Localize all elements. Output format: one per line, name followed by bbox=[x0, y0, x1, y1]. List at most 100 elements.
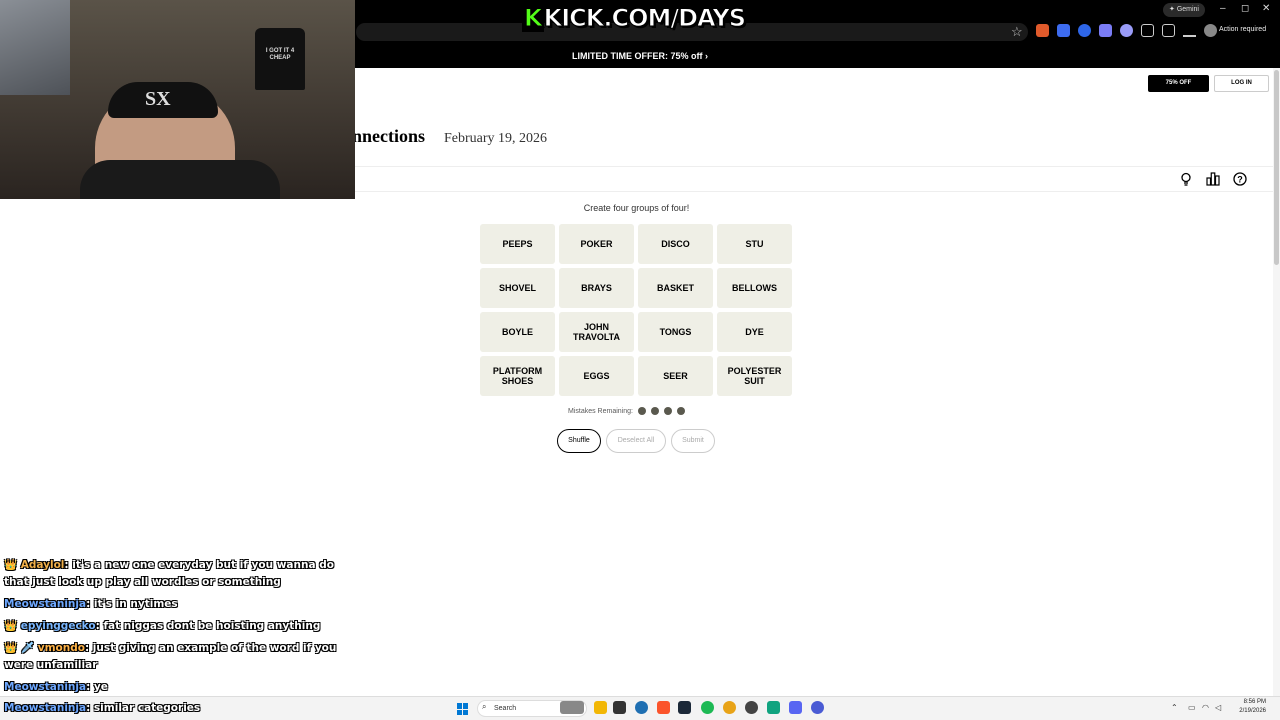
chevron-right-icon: › bbox=[705, 51, 708, 61]
hint-lightbulb-icon[interactable] bbox=[1179, 172, 1193, 186]
file-explorer-icon[interactable] bbox=[594, 701, 607, 714]
gemini-button[interactable]: ✦ Gemini bbox=[1163, 3, 1205, 17]
maximize-button[interactable]: ◻ bbox=[1241, 3, 1249, 14]
chat-username: Adaylol bbox=[20, 559, 65, 571]
chat-username: Meowstaninja bbox=[4, 702, 87, 714]
word-tile[interactable]: BASKET bbox=[638, 268, 713, 308]
word-tile[interactable]: JOHN TRAVOLTA bbox=[559, 312, 634, 352]
extension-icon[interactable] bbox=[1078, 24, 1091, 37]
extension-icon[interactable] bbox=[1099, 24, 1112, 37]
word-tile[interactable]: PEEPS bbox=[480, 224, 555, 264]
chat-username: epyinggecko bbox=[20, 620, 96, 632]
steam-icon[interactable] bbox=[678, 701, 691, 714]
gemini-label: Gemini bbox=[1176, 6, 1199, 13]
chat-text: : ye bbox=[86, 681, 108, 693]
sidebar-icon[interactable] bbox=[1162, 24, 1175, 37]
spotify-icon[interactable] bbox=[701, 701, 714, 714]
svg-text:?: ? bbox=[1237, 174, 1243, 184]
login-button[interactable]: LOG IN bbox=[1214, 75, 1269, 92]
tray-chevron-up-icon[interactable]: ⌃ bbox=[1171, 703, 1178, 712]
profile-avatar-icon[interactable] bbox=[1204, 24, 1217, 37]
word-tile[interactable]: BELLOWS bbox=[717, 268, 792, 308]
download-icon[interactable] bbox=[1183, 24, 1196, 37]
deselect-all-button[interactable]: Deselect All bbox=[606, 429, 666, 453]
word-tile[interactable]: TONGS bbox=[638, 312, 713, 352]
stream-chat: 👑 Adaylol: it's a new one everyday but i… bbox=[4, 557, 344, 701]
mistakes-label: Mistakes Remaining: bbox=[568, 407, 633, 415]
settings-gear-icon[interactable] bbox=[635, 701, 648, 714]
chrome-icon[interactable] bbox=[723, 701, 736, 714]
help-question-icon[interactable]: ? bbox=[1233, 172, 1247, 186]
volume-icon[interactable]: ◁ bbox=[1215, 703, 1221, 712]
chat-username: Meowstaninja bbox=[4, 598, 87, 610]
clock-time: 8:56 PM bbox=[1243, 699, 1266, 705]
word-tile[interactable]: POLYESTER SUIT bbox=[717, 356, 792, 396]
shuffle-button[interactable]: Shuffle bbox=[557, 429, 601, 453]
word-tile[interactable]: STU bbox=[717, 224, 792, 264]
chat-username: Meowstaninja bbox=[4, 681, 87, 693]
word-tile[interactable]: SHOVEL bbox=[480, 268, 555, 308]
crown-badge-icon: 👑 bbox=[4, 559, 18, 571]
extension-icons bbox=[1036, 24, 1217, 37]
word-tile[interactable]: BOYLE bbox=[480, 312, 555, 352]
terminal-icon[interactable] bbox=[613, 701, 626, 714]
windows-start-icon[interactable] bbox=[457, 703, 469, 715]
webcam-background-photo bbox=[0, 0, 70, 95]
taskbar-widget-icon[interactable] bbox=[560, 701, 584, 714]
bookmark-star-icon[interactable]: ☆ bbox=[1011, 24, 1023, 40]
mistake-dot bbox=[637, 407, 646, 415]
word-tile[interactable]: DISCO bbox=[638, 224, 713, 264]
mistake-dot bbox=[663, 407, 672, 415]
discord-icon[interactable] bbox=[789, 701, 802, 714]
wifi-icon[interactable]: ◠ bbox=[1202, 703, 1209, 712]
webcam-feed: I GOT IT 4 CHEAP SX bbox=[0, 0, 355, 199]
obs-icon[interactable] bbox=[745, 701, 758, 714]
crown-badge-icon: 👑 bbox=[4, 620, 18, 632]
webcam-shirt-text: I GOT IT 4 CHEAP bbox=[265, 48, 295, 61]
app-icon[interactable] bbox=[767, 701, 780, 714]
crown-sword-badge-icon: 👑 🗡 bbox=[4, 642, 35, 654]
word-tile[interactable]: PLATFORM SHOES bbox=[480, 356, 555, 396]
brave-browser-icon[interactable] bbox=[657, 701, 670, 714]
kick-logo-letter: K bbox=[522, 4, 544, 33]
divider bbox=[352, 166, 1280, 167]
offer-text: LIMITED TIME OFFER: 75% off bbox=[571, 51, 703, 61]
webcam-body bbox=[80, 160, 280, 199]
app-icon[interactable] bbox=[811, 701, 824, 714]
mistake-dot bbox=[650, 407, 659, 415]
chat-message: Meowstaninja: it's in nytimes bbox=[4, 596, 344, 613]
extension-icon[interactable] bbox=[1036, 24, 1049, 37]
word-tile[interactable]: EGGS bbox=[559, 356, 634, 396]
chat-message: 👑 epyinggecko: fat niggas dont be hoisti… bbox=[4, 618, 344, 635]
word-tile[interactable]: BRAYS bbox=[559, 268, 634, 308]
webcam-hat-logo: SX bbox=[145, 88, 171, 110]
close-button[interactable]: ✕ bbox=[1262, 3, 1270, 14]
network-icon[interactable]: ▭ bbox=[1188, 703, 1196, 712]
scrollbar-thumb[interactable] bbox=[1274, 70, 1279, 265]
chat-text: : fat niggas dont be hoisting anything bbox=[95, 620, 321, 632]
extension-icon[interactable] bbox=[1120, 24, 1133, 37]
subscribe-button[interactable]: 75% OFF bbox=[1148, 75, 1209, 92]
chat-message: Meowstaninja: similar categories bbox=[4, 702, 200, 714]
word-tile[interactable]: DYE bbox=[717, 312, 792, 352]
page-title: nnections bbox=[352, 126, 426, 146]
chat-message: Meowstaninja: ye bbox=[4, 679, 344, 696]
stats-bar-chart-icon[interactable] bbox=[1206, 172, 1220, 186]
word-tile[interactable]: SEER bbox=[638, 356, 713, 396]
word-grid: PEEPS POKER DISCO STU SHOVEL BRAYS BASKE… bbox=[480, 224, 793, 396]
puzzle-icon[interactable] bbox=[1141, 24, 1154, 37]
divider bbox=[352, 191, 1280, 192]
action-buttons: Shuffle Deselect All Submit bbox=[557, 429, 715, 453]
mistake-dots bbox=[637, 407, 685, 415]
search-icon: ⌕ bbox=[482, 702, 487, 711]
action-required-label[interactable]: Action required bbox=[1219, 26, 1266, 33]
mistake-dot bbox=[676, 407, 685, 415]
chat-username: vmondo bbox=[37, 642, 85, 654]
kick-banner-logo: KKICK.COM/DAYS bbox=[522, 4, 747, 34]
minimize-button[interactable]: – bbox=[1220, 3, 1226, 14]
extension-icon[interactable] bbox=[1057, 24, 1070, 37]
chat-text: : similar categories bbox=[86, 702, 201, 714]
submit-button[interactable]: Submit bbox=[671, 429, 715, 453]
word-tile[interactable]: POKER bbox=[559, 224, 634, 264]
taskbar-clock[interactable]: 8:56 PM 2/19/2026 bbox=[1228, 698, 1266, 716]
